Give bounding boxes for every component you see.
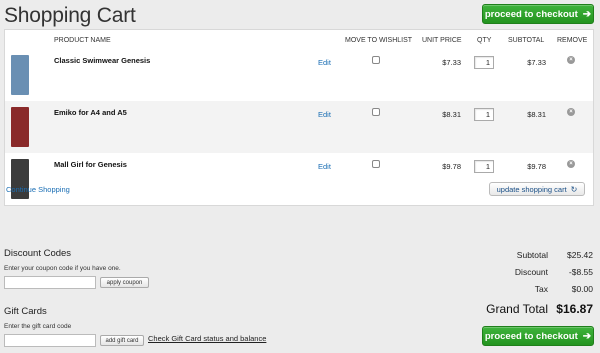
update-label: update shopping cart	[496, 184, 567, 194]
grand-total-value: $16.87	[556, 302, 593, 316]
proceed-to-checkout-button-top[interactable]: proceed to checkout ➔	[482, 4, 594, 24]
tax-value: $0.00	[571, 284, 593, 294]
unit-price: $9.78	[442, 162, 461, 171]
discount-hint: Enter your coupon code if you have one.	[4, 265, 121, 272]
quantity-input[interactable]: 1	[474, 160, 494, 173]
discount-codes-title: Discount Codes	[4, 248, 72, 259]
unit-price: $8.31	[442, 110, 461, 119]
grand-total-label: Grand Total	[486, 302, 548, 316]
move-to-wishlist-checkbox[interactable]	[372, 160, 380, 168]
refresh-icon: ↻	[570, 184, 578, 194]
discount-value: -$8.55	[568, 267, 593, 277]
arrow-right-icon: ➔	[582, 330, 592, 342]
coupon-code-input[interactable]	[4, 276, 96, 289]
checkout-label: proceed to checkout	[484, 330, 578, 342]
unit-price: $7.33	[442, 58, 461, 67]
add-gift-card-button[interactable]: add gift card	[100, 335, 144, 346]
edit-link[interactable]: Edit	[318, 110, 331, 119]
row-subtotal: $9.78	[527, 162, 546, 171]
row-subtotal: $8.31	[527, 110, 546, 119]
cart-table: PRODUCT NAME MOVE TO WISHLIST UNIT PRICE…	[4, 29, 594, 206]
continue-shopping-link[interactable]: Continue Shopping	[6, 185, 70, 194]
update-shopping-cart-button[interactable]: update shopping cart ↻	[489, 182, 585, 196]
header-remove: REMOVE	[557, 37, 588, 44]
edit-link[interactable]: Edit	[318, 58, 331, 67]
row-subtotal: $7.33	[527, 58, 546, 67]
close-circle-icon[interactable]: ×	[567, 56, 575, 64]
quantity-input[interactable]: 1	[474, 56, 494, 69]
cart-row: Classic Swimwear Genesis Edit $7.33 1 $7…	[5, 49, 593, 101]
subtotal-value: $25.42	[567, 250, 593, 260]
gift-card-hint: Enter the gift card code	[4, 323, 72, 330]
move-to-wishlist-checkbox[interactable]	[372, 108, 380, 116]
header-qty: QTY	[477, 37, 492, 44]
close-circle-icon[interactable]: ×	[567, 160, 575, 168]
page-title: Shopping Cart	[4, 4, 136, 27]
product-name[interactable]: Mall Girl for Genesis	[54, 160, 127, 169]
product-name[interactable]: Emiko for A4 and A5	[54, 108, 127, 117]
gift-cards-title: Gift Cards	[4, 306, 47, 317]
gift-card-input[interactable]	[4, 334, 96, 347]
subtotal-label: Subtotal	[516, 250, 548, 260]
proceed-to-checkout-button-bottom[interactable]: proceed to checkout ➔	[482, 326, 594, 346]
product-name[interactable]: Classic Swimwear Genesis	[54, 56, 150, 65]
checkout-label: proceed to checkout	[484, 8, 578, 20]
discount-label: Discount	[514, 267, 548, 277]
edit-link[interactable]: Edit	[318, 162, 331, 171]
header-move-to-wishlist: MOVE TO WISHLIST	[345, 37, 413, 44]
check-gift-card-link[interactable]: Check Gift Card status and balance	[148, 334, 266, 343]
header-unit-price: UNIT PRICE	[422, 37, 462, 44]
header-subtotal: SUBTOTAL	[508, 37, 545, 44]
cart-row: Mall Girl for Genesis Edit $9.78 1 $9.78…	[5, 153, 593, 205]
header-product-name: PRODUCT NAME	[54, 37, 111, 44]
quantity-input[interactable]: 1	[474, 108, 494, 121]
close-circle-icon[interactable]: ×	[567, 108, 575, 116]
tax-label: Tax	[534, 284, 548, 294]
product-thumbnail[interactable]	[11, 55, 29, 95]
apply-coupon-button[interactable]: apply coupon	[100, 277, 149, 288]
move-to-wishlist-checkbox[interactable]	[372, 56, 380, 64]
cart-row: Emiko for A4 and A5 Edit $8.31 1 $8.31 ×	[5, 101, 593, 153]
arrow-right-icon: ➔	[582, 8, 592, 20]
product-thumbnail[interactable]	[11, 107, 29, 147]
cart-table-header: PRODUCT NAME MOVE TO WISHLIST UNIT PRICE…	[5, 30, 593, 49]
